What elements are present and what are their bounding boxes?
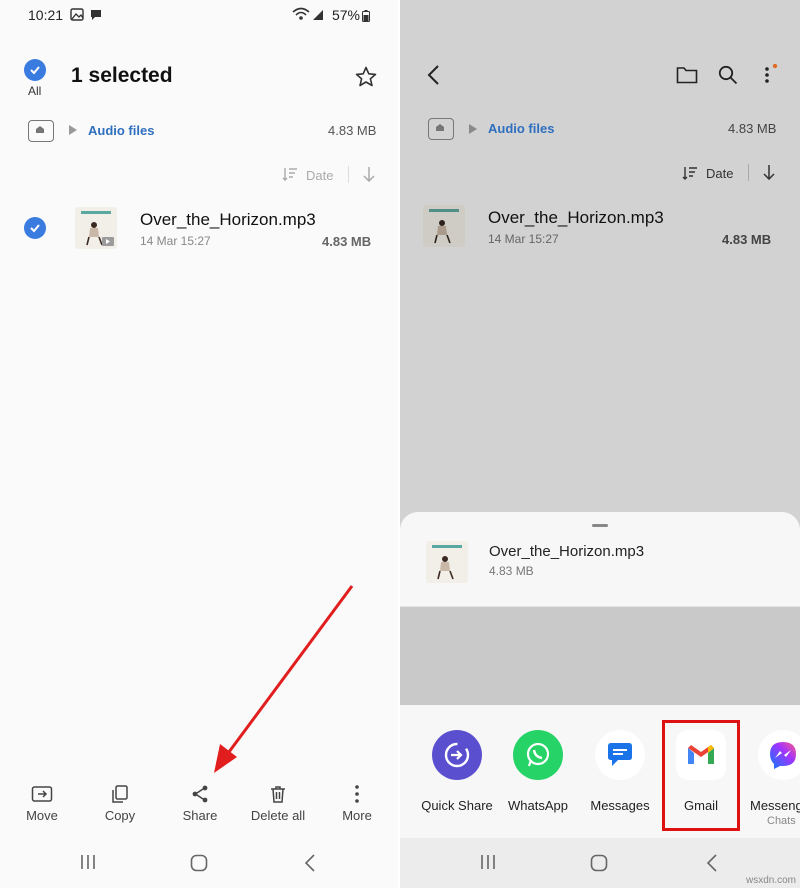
file-manager-selection-screen: 10:21 57% All 1 selected Audio files 4.8… (0, 0, 398, 888)
whatsapp-option[interactable]: WhatsApp (493, 730, 583, 820)
direct-share-placeholder (400, 607, 800, 705)
more-options-icon[interactable] (762, 63, 778, 91)
move-icon (31, 786, 53, 802)
share-label: Share (182, 808, 218, 823)
status-bar: 10:21 57% (0, 0, 398, 30)
whatsapp-label: WhatsApp (508, 798, 568, 813)
sort-by-date[interactable]: Date (706, 166, 733, 181)
messages-icon (595, 730, 645, 780)
gmail-option[interactable]: Gmail (656, 730, 746, 820)
trash-icon (271, 786, 285, 803)
more-button[interactable]: More (322, 784, 392, 823)
album-art-thumbnail (423, 205, 465, 247)
share-file-size: 4.83 MB (489, 564, 534, 578)
sort-divider (348, 166, 349, 183)
copy-label: Copy (104, 808, 136, 823)
home-folder-icon[interactable] (428, 118, 454, 140)
breadcrumb-audio-files[interactable]: Audio files (488, 121, 554, 136)
home-folder-icon[interactable] (28, 120, 54, 142)
more-label: More (342, 808, 372, 823)
breadcrumb-arrow-icon (68, 123, 78, 141)
android-nav-bar: wsxdn.com (400, 838, 800, 888)
quick-share-option[interactable]: Quick Share (412, 730, 502, 820)
battery-icon (362, 9, 370, 25)
gmail-label: Gmail (684, 798, 718, 813)
file-checkbox[interactable] (24, 217, 46, 239)
chat-notification-icon (89, 8, 103, 24)
sort-divider (748, 164, 749, 181)
sheet-drag-handle[interactable] (592, 524, 608, 527)
folder-size: 4.83 MB (328, 123, 377, 138)
quick-share-icon (432, 730, 482, 780)
share-sheet-screen: Audio files 4.83 MB Date Over_the_Horizo… (400, 0, 800, 888)
android-nav-bar (0, 846, 398, 888)
recent-apps-icon[interactable] (80, 854, 96, 875)
battery-percent: 57% (331, 7, 360, 23)
gmail-icon (676, 730, 726, 780)
annotation-arrow-icon (214, 585, 354, 773)
select-all-label: All (28, 84, 42, 98)
delete-all-label: Delete all (250, 808, 306, 823)
back-icon[interactable] (706, 854, 718, 877)
folder-icon[interactable] (676, 66, 698, 89)
whatsapp-icon (513, 730, 563, 780)
sort-direction-icon[interactable] (762, 164, 776, 185)
wifi-icon (292, 7, 310, 24)
messenger-option[interactable]: Messeng Chats (738, 730, 800, 830)
more-vertical-icon (355, 785, 359, 803)
status-time: 10:21 (28, 7, 64, 23)
share-button[interactable]: Share (165, 784, 235, 823)
select-all-checkbox[interactable] (24, 59, 46, 81)
move-button[interactable]: Move (7, 784, 77, 823)
sort-by-date[interactable]: Date (306, 168, 333, 183)
breadcrumb-arrow-icon (468, 122, 478, 140)
messenger-sublabel: Chats (767, 815, 796, 827)
move-label: Move (26, 808, 58, 823)
action-bar: Move Copy Share Delete all More (0, 784, 398, 832)
favorite-star-icon[interactable] (354, 65, 378, 94)
search-icon[interactable] (718, 65, 738, 90)
sort-direction-icon[interactable] (362, 166, 376, 187)
share-file-thumbnail (426, 541, 468, 583)
delete-all-button[interactable]: Delete all (243, 784, 313, 823)
copy-button[interactable]: Copy (85, 784, 155, 823)
back-icon[interactable] (304, 854, 316, 877)
album-art-thumbnail (75, 207, 117, 249)
file-row[interactable]: Over_the_Horizon.mp3 14 Mar 15:27 4.83 M… (400, 198, 800, 256)
messages-label: Messages (590, 798, 650, 813)
share-sheet: Over_the_Horizon.mp3 4.83 MB Quick Share… (400, 512, 800, 838)
selection-count-title: 1 selected (71, 64, 173, 87)
recent-apps-icon[interactable] (480, 854, 496, 875)
file-date: 14 Mar 15:27 (140, 234, 211, 248)
messages-option[interactable]: Messages (575, 730, 665, 820)
sort-order-icon[interactable] (282, 167, 298, 186)
file-date: 14 Mar 15:27 (488, 232, 559, 246)
file-size: 4.83 MB (322, 234, 372, 249)
share-icon (192, 785, 208, 803)
messenger-label: Messeng (750, 798, 800, 813)
home-icon[interactable] (190, 854, 208, 877)
watermark: wsxdn.com (745, 875, 796, 886)
messenger-icon (758, 730, 800, 780)
gallery-notification-icon (70, 8, 84, 24)
sort-order-icon[interactable] (682, 166, 698, 185)
copy-icon (112, 785, 128, 803)
quick-share-label: Quick Share (421, 798, 493, 813)
folder-size: 4.83 MB (728, 121, 777, 136)
signal-icon (312, 8, 324, 24)
home-icon[interactable] (590, 854, 608, 877)
file-size: 4.83 MB (722, 232, 772, 247)
breadcrumb-audio-files[interactable]: Audio files (88, 123, 154, 138)
file-name: Over_the_Horizon.mp3 (488, 208, 664, 227)
file-row[interactable]: Over_the_Horizon.mp3 14 Mar 15:27 4.83 M… (0, 200, 398, 258)
back-arrow-icon[interactable] (426, 64, 440, 91)
share-file-name: Over_the_Horizon.mp3 (489, 543, 645, 560)
file-name: Over_the_Horizon.mp3 (140, 210, 316, 229)
